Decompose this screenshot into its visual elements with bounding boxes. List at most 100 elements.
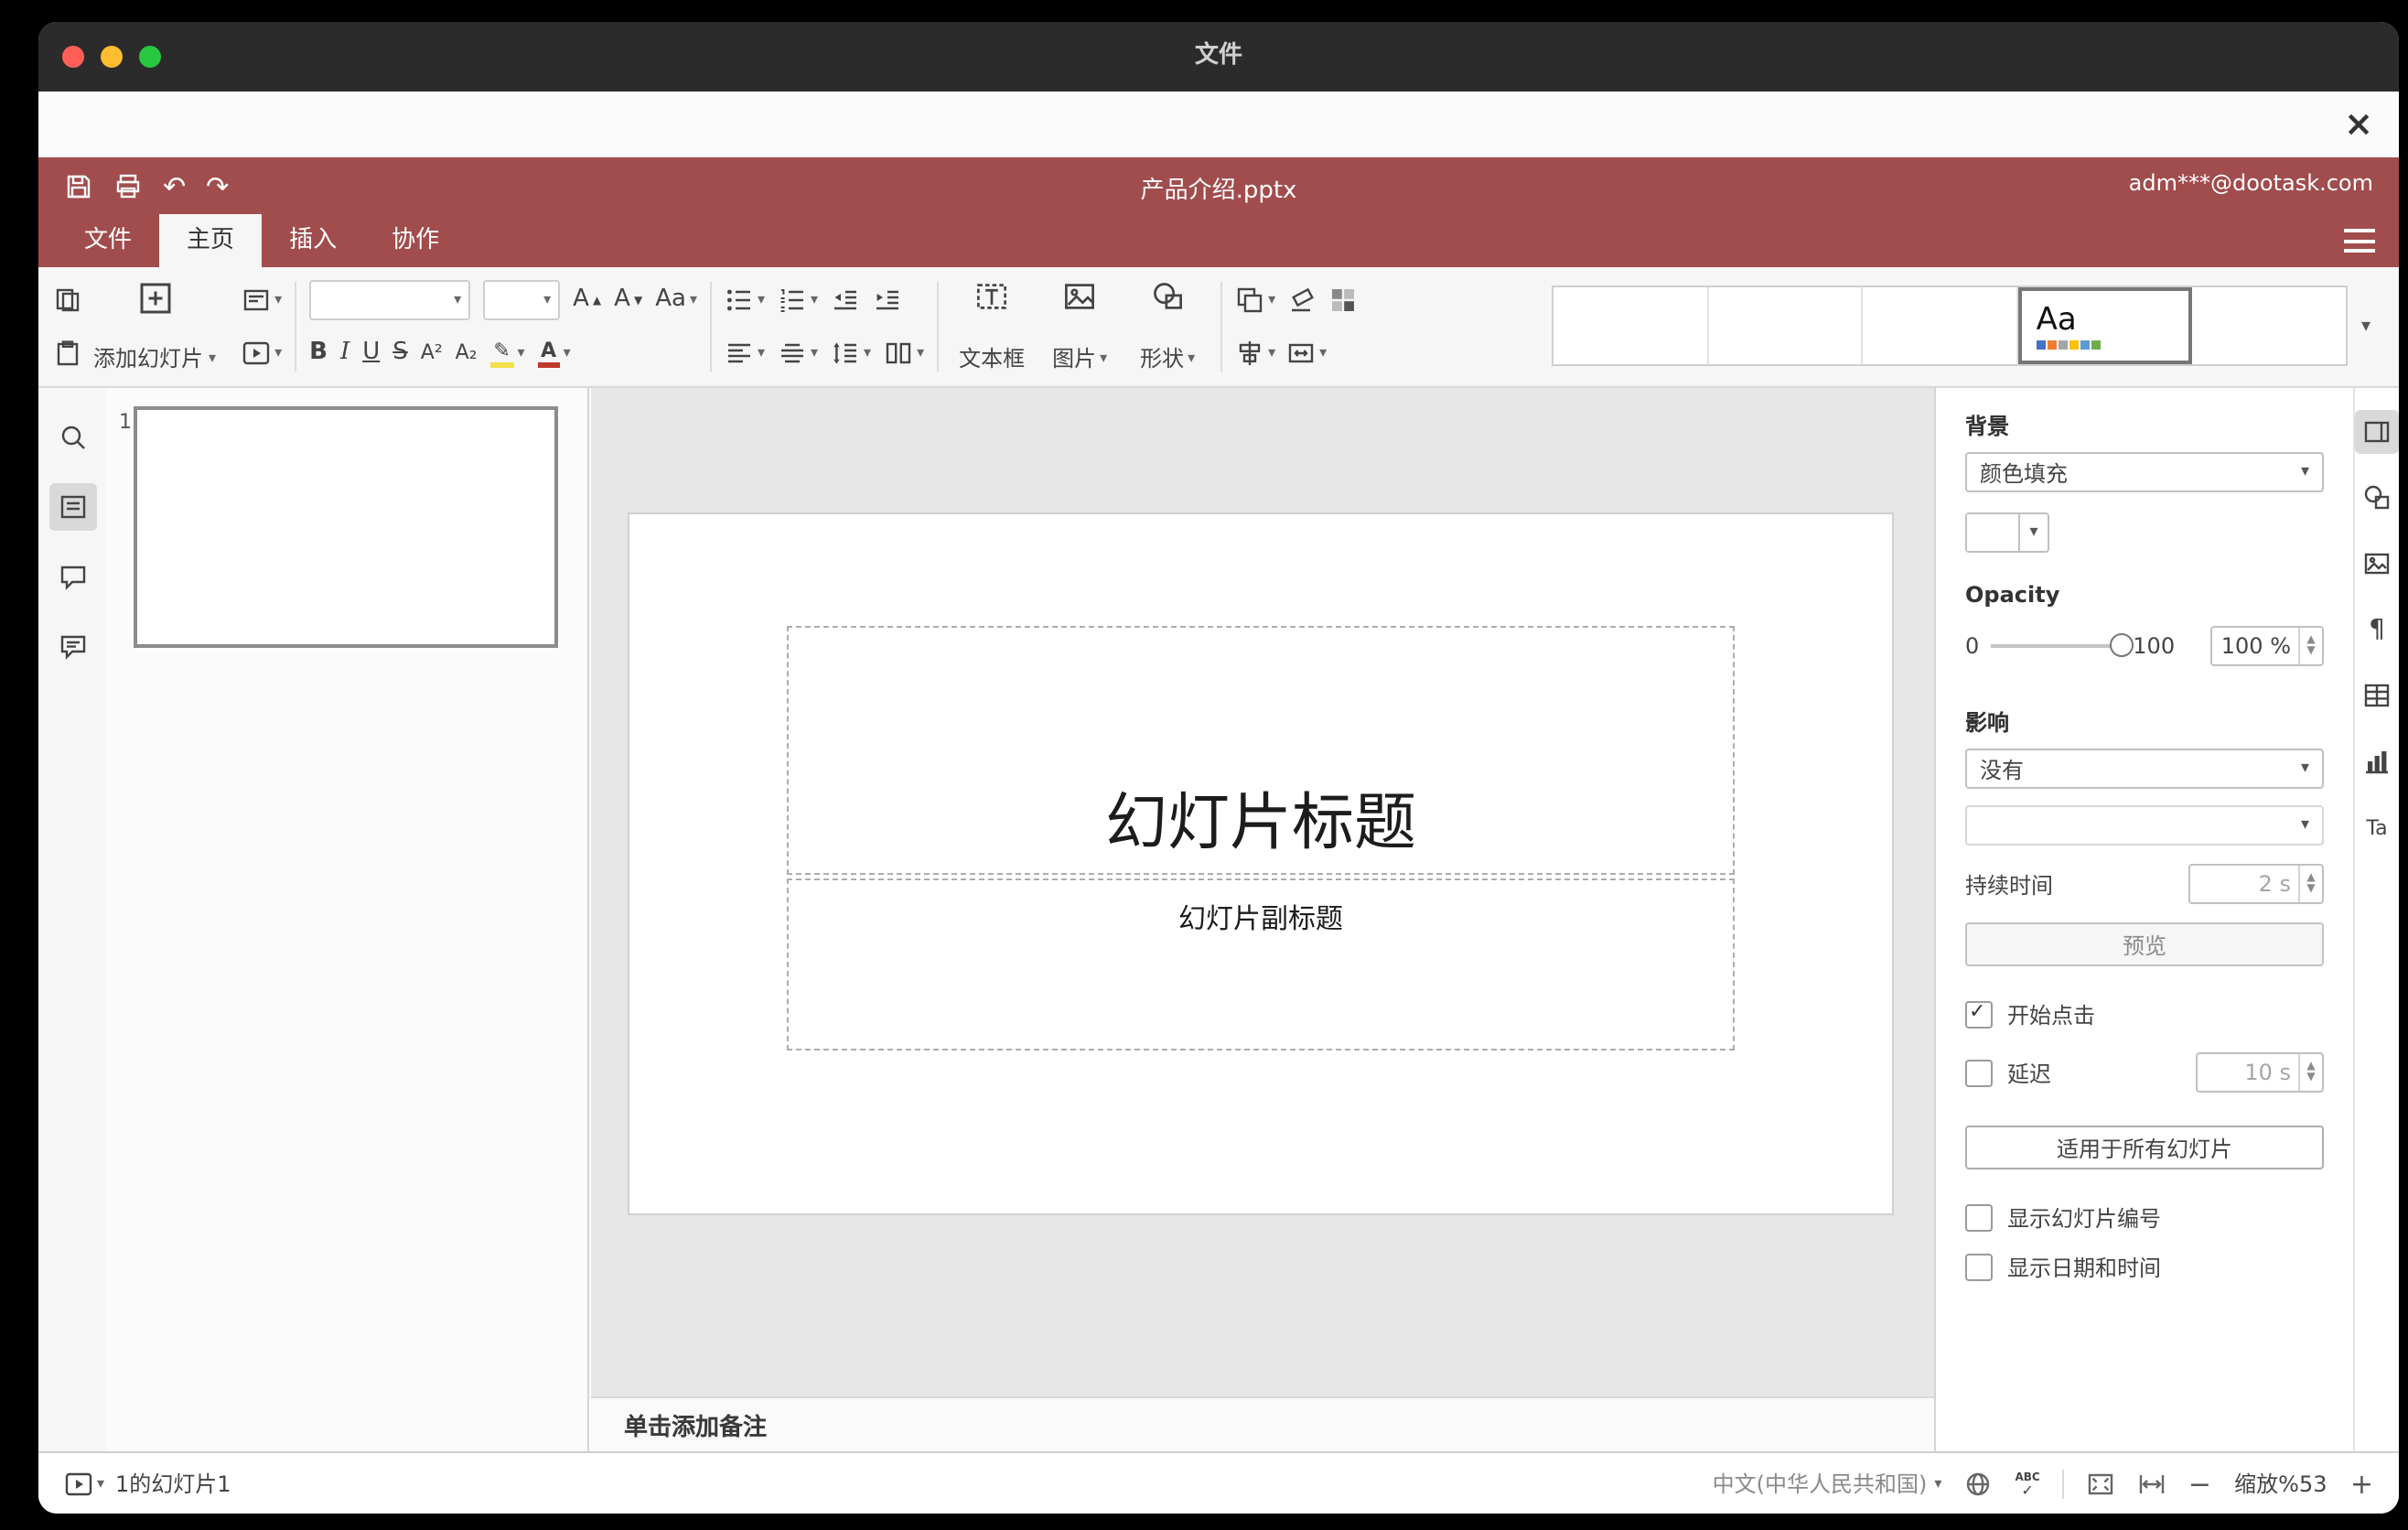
zoom-in-button[interactable]: + [2350, 1467, 2373, 1500]
tab-file[interactable]: 文件 [57, 214, 159, 267]
color-scheme-icon[interactable] [1328, 286, 1358, 315]
bullets-button[interactable]: ▾ [725, 286, 765, 315]
increase-font-button[interactable]: A ▲ [573, 286, 601, 315]
table-settings-tab[interactable] [2355, 673, 2399, 717]
slide-info-label: 1的幻灯片1 [115, 1471, 231, 1497]
language-select[interactable]: 中文(中华人民共和国) ▾ [1713, 1468, 1942, 1499]
delay-checkbox[interactable] [1965, 1059, 1993, 1086]
align-middle-icon [781, 343, 803, 363]
theme-thumbnail-1[interactable] [1553, 287, 1709, 364]
columns-button[interactable]: ▾ [884, 339, 924, 368]
fill-color-picker[interactable]: ▾ [1965, 512, 2049, 553]
insert-shape-button[interactable]: 形状 ▾ [1127, 278, 1208, 375]
add-slide-button[interactable]: 添加幻灯片 ▾ [82, 278, 227, 375]
bold-button[interactable]: B [309, 339, 328, 368]
start-slideshow-button[interactable]: ▾ [242, 339, 282, 368]
underline-button[interactable]: U [362, 339, 380, 368]
italic-button[interactable]: I [340, 339, 349, 368]
theme-thumbnail-2[interactable] [1708, 287, 1864, 364]
paragraph-settings-tab[interactable]: ¶ [2355, 608, 2399, 652]
delay-input[interactable]: 10 s ▲ ▼ [2196, 1052, 2324, 1093]
slides-icon [59, 495, 85, 519]
spinner-arrows-icon[interactable]: ▲ ▼ [2298, 628, 2322, 664]
paste-icon[interactable] [53, 339, 82, 368]
font-name-select[interactable]: ▾ [309, 280, 471, 320]
subtitle-placeholder[interactable]: 幻灯片副标题 [787, 878, 1735, 1051]
vertical-align-button[interactable]: ▾ [778, 339, 818, 368]
show-slide-number-checkbox[interactable] [1965, 1204, 1993, 1232]
slide-thumbnail-1[interactable] [134, 406, 558, 648]
decrease-font-button[interactable]: A ▼ [614, 286, 642, 315]
strikethrough-button[interactable]: S [392, 339, 408, 368]
apply-to-all-slides-button[interactable]: 适用于所有幻灯片 [1965, 1126, 2324, 1169]
font-size-select[interactable]: ▾ [483, 280, 561, 320]
clear-style-icon[interactable] [1286, 286, 1316, 315]
preview-button[interactable]: 预览 [1965, 922, 2324, 966]
title-placeholder[interactable]: 幻灯片标题 [787, 626, 1735, 875]
theme-gallery-expand-chevron[interactable]: ▾ [2348, 278, 2384, 375]
notes-area[interactable]: 单击添加备注 [591, 1396, 1934, 1451]
slide-size-button[interactable]: ▾ [1286, 339, 1327, 368]
highlight-color-button[interactable]: ✎ ▾ [489, 339, 525, 367]
search-icon [60, 426, 84, 449]
show-date-time-label: 显示日期和时间 [2007, 1255, 2162, 1281]
image-settings-icon [2364, 553, 2390, 575]
close-icon[interactable]: × [2344, 104, 2373, 145]
decrease-indent-icon[interactable] [831, 286, 860, 315]
insert-image-button[interactable]: 图片 ▾ [1039, 278, 1120, 375]
opacity-input[interactable]: 100 % ▲ ▼ [2210, 626, 2324, 666]
horizontal-align-button[interactable]: ▾ [725, 339, 765, 368]
duration-label: 持续时间 [1965, 872, 2054, 898]
search-button[interactable] [48, 414, 96, 461]
font-color-icon: A [537, 339, 560, 367]
theme-thumbnail-3[interactable] [1863, 287, 2018, 364]
numbering-button[interactable]: ▾ [778, 286, 818, 315]
theme-thumbnail-selected[interactable]: Aa [2017, 287, 2193, 364]
textart-settings-tab[interactable]: Ta [2355, 805, 2399, 849]
slide-settings-tab[interactable] [2355, 410, 2399, 454]
insert-textbox-button[interactable]: 文本框 [951, 278, 1032, 375]
effect-select[interactable]: 没有 ▾ [1965, 749, 2324, 789]
font-color-button[interactable]: A ▾ [537, 339, 571, 367]
duration-input[interactable]: 2 s ▲ ▼ [2188, 864, 2324, 904]
theme-thumbnail-5[interactable] [2193, 287, 2346, 364]
line-spacing-button[interactable]: ▾ [831, 339, 871, 368]
spellcheck-icon[interactable]: ABC ✓ [2015, 1471, 2039, 1497]
slides-panel-button[interactable] [48, 483, 96, 531]
zoom-out-button[interactable]: − [2188, 1467, 2211, 1500]
fit-width-icon[interactable] [2137, 1469, 2166, 1498]
comments-button[interactable] [48, 553, 96, 600]
spinner-arrows-icon[interactable]: ▲ ▼ [2298, 866, 2322, 902]
tab-insert[interactable]: 插入 [262, 214, 364, 267]
start-slideshow-status-button[interactable]: ▾ [64, 1469, 104, 1498]
globe-icon[interactable] [1963, 1469, 1993, 1498]
copy-icon[interactable] [53, 286, 82, 315]
subscript-button[interactable]: A₂ [456, 339, 478, 368]
change-case-button[interactable]: Aa ▾ [655, 286, 697, 315]
align-objects-icon [1239, 341, 1261, 365]
superscript-button[interactable]: A² [421, 339, 443, 368]
change-layout-button[interactable]: ▾ [242, 286, 282, 315]
start-on-click-checkbox[interactable] [1965, 999, 1993, 1029]
arrange-shape-button[interactable]: ▾ [1235, 286, 1275, 315]
chart-icon [2366, 751, 2388, 774]
background-fill-select[interactable]: 颜色填充 ▾ [1965, 452, 2324, 492]
tab-home[interactable]: 主页 [159, 214, 263, 267]
opacity-slider[interactable] [1990, 633, 2134, 657]
color-swatch [1967, 514, 2020, 551]
menu-icon[interactable] [2344, 229, 2375, 253]
opacity-slider-thumb[interactable] [2109, 633, 2134, 657]
show-date-time-checkbox[interactable] [1965, 1254, 1993, 1281]
slide-canvas[interactable]: 幻灯片标题 幻灯片副标题 [629, 514, 1892, 1213]
feedback-button[interactable] [48, 622, 96, 670]
spinner-arrows-icon[interactable]: ▲ ▼ [2298, 1054, 2322, 1091]
effect-type-select[interactable]: ▾ [1965, 805, 2324, 846]
tab-collaboration[interactable]: 协作 [364, 214, 467, 267]
shape-settings-tab[interactable] [2355, 476, 2399, 520]
fit-slide-icon[interactable] [2086, 1469, 2115, 1498]
chart-settings-tab[interactable] [2355, 739, 2399, 783]
image-settings-tab[interactable] [2355, 542, 2399, 586]
align-shape-button[interactable]: ▾ [1235, 339, 1275, 368]
chevron-down-icon: ▾ [2029, 523, 2038, 542]
increase-indent-icon[interactable] [873, 286, 902, 315]
